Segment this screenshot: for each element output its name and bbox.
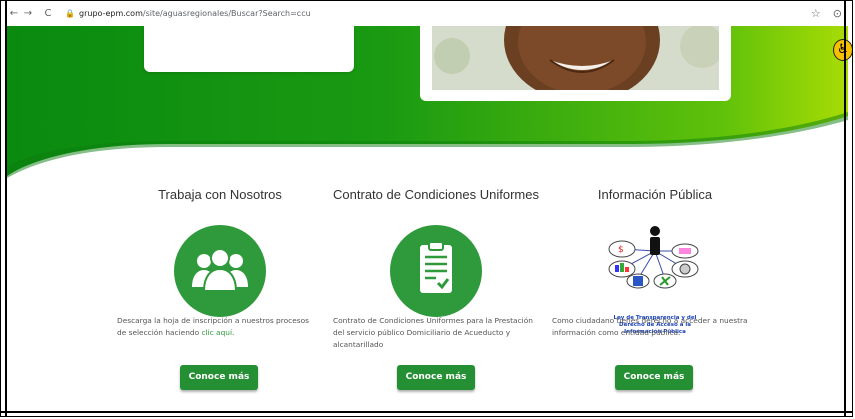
section-informacion: Información Pública $ Ley de Transparenc… (552, 187, 758, 390)
frame-border-bottom (1, 411, 852, 413)
lock-icon[interactable]: 🔒 (65, 9, 75, 18)
section-title: Contrato de Condiciones Uniformes (333, 187, 539, 202)
profile-icon[interactable]: ⊙ (833, 7, 842, 20)
clipboard-check-icon (390, 225, 482, 317)
content-card-right (420, 26, 731, 101)
section-description: Como ciudadano tienes derecho a acceder … (552, 316, 748, 337)
section-contrato: Contrato de Condiciones Uniformes Contra… (333, 187, 539, 390)
conoce-mas-button[interactable]: Conoce más (615, 365, 693, 390)
screenshot-frame: ← → C 🔒 grupo-epm.com/site/aguasregional… (0, 0, 853, 417)
frame-border-left (5, 1, 7, 416)
bookmark-star-icon[interactable]: ☆ (811, 7, 821, 20)
people-group-icon (174, 225, 266, 317)
url-field[interactable]: grupo-epm.com/site/aguasregionales/Busca… (79, 9, 311, 18)
section-description: Contrato de Condiciones Uniformes para l… (333, 316, 533, 349)
browser-address-bar: ← → C 🔒 grupo-epm.com/site/aguasregional… (7, 1, 844, 27)
reload-button[interactable]: C (41, 8, 55, 19)
section-trabaja: Trabaja con Nosotros Descarga la hoja de… (117, 187, 323, 390)
clic-aqui-link[interactable]: clic aquí (201, 328, 232, 337)
section-description: Descarga la hoja de inscripción a nuestr… (117, 315, 317, 339)
hero-banner (7, 26, 848, 178)
section-title: Trabaja con Nosotros (158, 187, 282, 202)
forward-button[interactable]: → (21, 8, 35, 19)
frame-border-right (844, 1, 846, 416)
section-title: Información Pública (597, 187, 713, 202)
conoce-mas-button[interactable]: Conoce más (180, 365, 258, 390)
description-end: . (232, 328, 235, 337)
person-photo (432, 26, 719, 90)
content-card-left (144, 26, 354, 72)
svg-text:$: $ (618, 245, 624, 255)
accessibility-icon[interactable]: ♿ (833, 39, 852, 61)
back-button[interactable]: ← (7, 8, 21, 19)
url-domain: grupo-epm.com (79, 9, 143, 18)
transparency-law-graphic: $ Ley de Transparencia y del Derecho de … (600, 219, 710, 335)
url-path: /site/aguasregionales/Buscar?Search=ccu (142, 9, 311, 18)
conoce-mas-button[interactable]: Conoce más (397, 365, 475, 390)
